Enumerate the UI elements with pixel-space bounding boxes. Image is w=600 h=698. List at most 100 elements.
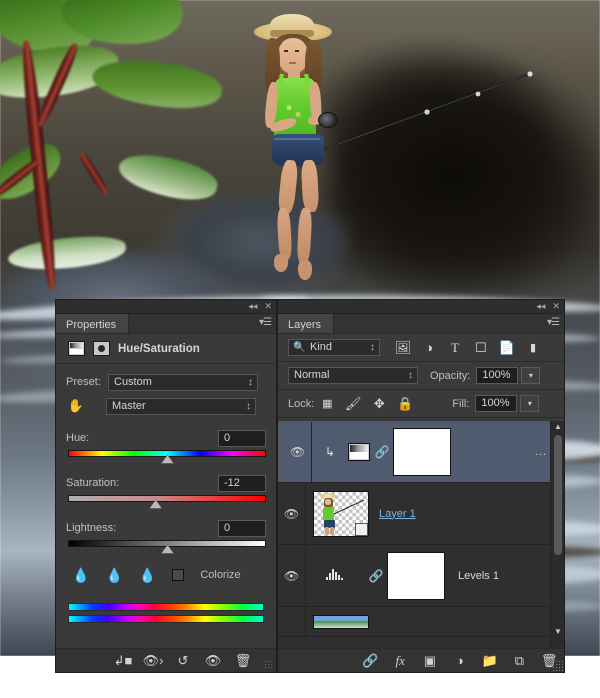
eyedropper-icon[interactable]: 💧 [72,567,89,584]
trash-icon[interactable]: 🗑 [228,650,258,672]
layers-footer: 🔗 fx ▣ ◑ 📁 ⧉ 🗑 [278,648,564,672]
table-row[interactable]: 👁 ↳ 🔗 ... [278,421,564,483]
panel-menu-icon[interactable]: ▾☰ [259,317,272,328]
layers-scrollbar[interactable]: ▲ ▼ [550,421,564,648]
eyedropper-plus-icon[interactable]: 💧 [105,567,122,584]
eyedropper-minus-icon[interactable]: 💧 [139,567,156,584]
search-icon: 🔍 [293,342,306,353]
lightness-slider-thumb[interactable] [161,545,174,554]
tab-properties[interactable]: Properties [56,314,130,333]
hue-value[interactable]: 0 [218,429,266,447]
close-icon[interactable]: ✕ [552,301,560,312]
eye-icon[interactable]: 👁 [198,650,228,672]
layer-style-fx-icon[interactable]: fx [385,650,415,672]
opacity-dropdown-icon[interactable]: ▾ [521,367,541,384]
lightness-slider-track[interactable] [68,540,266,554]
collapse-icon[interactable]: ◂◂ [536,301,545,312]
levels-icon[interactable] [306,568,364,583]
panel-menu-icon[interactable]: ▾☰ [547,317,560,328]
lock-transparency-icon[interactable]: ▦ [314,397,340,410]
scrollbar-thumb[interactable] [554,435,562,555]
saturation-row: Saturation: -12 [56,471,276,495]
layer-name[interactable]: Layer 1 [379,508,416,520]
clip-to-layer-icon[interactable]: ↲■ [108,650,138,672]
table-row[interactable]: 👁 🔗 Levels 1 [278,545,564,607]
layer-thumbnail[interactable] [313,490,369,537]
table-row[interactable] [278,607,564,637]
layer-mask-thumbnail[interactable] [387,551,445,600]
adjustment-title: Hue/Saturation [118,342,200,355]
hue-slider-track[interactable] [68,450,266,464]
gradient-filter-icon[interactable]: ▮ [520,341,546,354]
hue-slider-thumb[interactable] [161,455,174,464]
lightness-value[interactable]: 0 [218,519,266,537]
fill-dropdown-icon[interactable]: ▾ [520,395,540,412]
hue-row: Hue: 0 [56,426,276,450]
fill-value[interactable]: 100% [475,395,518,412]
layer-list[interactable]: 👁 ↳ 🔗 ... 👁 [278,421,564,648]
channel-select[interactable]: Master [106,397,256,415]
lock-image-icon[interactable]: 🖌 [340,396,366,412]
toggle-preview-icon[interactable]: 👁› [138,650,168,672]
new-layer-icon[interactable]: ⧉ [504,650,534,672]
layer-visibility-icon[interactable] [278,607,306,636]
layer-thumbnail[interactable] [313,614,369,629]
layer-visibility-icon[interactable]: 👁 [278,483,306,544]
saturation-slider-thumb[interactable] [149,500,163,509]
preset-select[interactable]: Custom [108,373,258,391]
properties-tab-row[interactable]: Properties ▾☰ [56,314,276,334]
layers-title-bar[interactable]: ◂◂ ✕ [278,300,564,314]
collapse-icon[interactable]: ◂◂ [248,301,257,312]
close-icon[interactable]: ✕ [264,301,272,312]
hue-bar-result[interactable] [68,615,264,623]
type-layer-icon[interactable]: T [442,340,468,356]
scroll-up-icon[interactable]: ▲ [554,422,562,431]
new-group-icon[interactable]: 📁 [475,650,505,672]
lock-row: Lock: ▦ 🖌 ✥ 🔒 Fill: 100% ▾ [278,390,564,418]
blend-mode-select[interactable]: Normal [288,367,418,384]
opacity-value[interactable]: 100% [476,367,519,384]
resize-grip[interactable] [264,660,274,670]
shape-layer-icon[interactable]: ☐ [468,340,494,356]
reset-icon[interactable]: ↺ [168,650,198,672]
girl-fishing-cutout [232,14,533,282]
tab-filler [334,314,564,333]
eyedropper-row: 💧 💧 💧 Colorize [56,563,276,587]
link-layers-icon[interactable]: 🔗 [355,650,385,672]
lock-all-icon[interactable]: 🔒 [392,396,418,412]
layer-mask-thumbnail[interactable] [393,428,451,476]
layer-name[interactable]: Levels 1 [458,570,499,582]
filter-kind-select[interactable]: 🔍 Kind [288,339,380,356]
link-mask-icon[interactable]: 🔗 [368,569,384,583]
clipping-mask-icon: ↳ [324,444,336,459]
adjustment-layer-icon[interactable]: ◑ [416,340,442,355]
layers-tab-row[interactable]: Layers ▾☰ [278,314,564,334]
blend-mode-row: Normal Opacity: 100% ▾ [278,362,564,390]
saturation-slider-track[interactable] [68,495,266,509]
fishing-rod-icon [321,71,533,151]
opacity-label: Opacity: [430,369,471,382]
lock-position-icon[interactable]: ✥ [366,396,392,412]
tab-layers[interactable]: Layers [278,314,335,333]
layer-visibility-icon[interactable]: 👁 [284,422,312,482]
smart-object-badge-icon [355,522,368,536]
layers-panel[interactable]: ◂◂ ✕ Layers ▾☰ 🔍 Kind 🖼 ◑ T ☐ 📄 ▮ Normal… [277,299,565,673]
smart-object-icon[interactable]: 📄 [494,340,520,356]
resize-grip[interactable] [552,660,563,671]
tab-filler [129,314,276,333]
layer-visibility-icon[interactable]: 👁 [278,545,306,606]
on-image-adjust-hand-icon[interactable]: ✋ [66,397,86,415]
adjustment-target-icon[interactable] [93,341,110,356]
scroll-down-icon[interactable]: ▼ [554,627,562,636]
colorize-checkbox[interactable] [172,569,185,581]
table-row[interactable]: 👁 Layer 1 [278,483,564,545]
add-mask-icon[interactable]: ▣ [415,650,445,672]
hue-saturation-icon[interactable] [348,443,370,461]
saturation-value[interactable]: -12 [218,474,266,492]
properties-title-bar[interactable]: ◂◂ ✕ [56,300,276,314]
new-adjustment-layer-icon[interactable]: ◑ [445,650,475,672]
properties-panel[interactable]: ◂◂ ✕ Properties ▾☰ Hue/Saturation Preset… [55,299,277,673]
link-mask-icon[interactable]: 🔗 [374,445,390,460]
pixel-layer-icon[interactable]: 🖼 [390,340,416,356]
hue-saturation-icon [68,341,85,356]
